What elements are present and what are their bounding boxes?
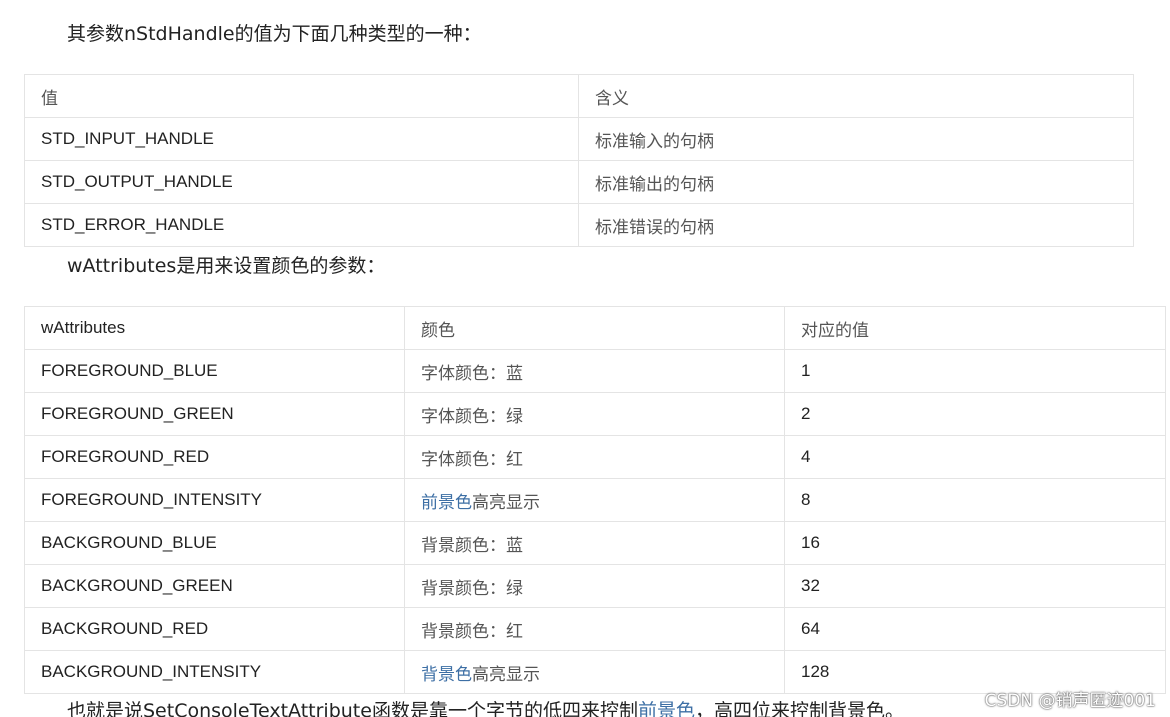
handle-name-cell: STD_ERROR_HANDLE: [24, 203, 579, 247]
attribute-color-cell: 背景颜色：绿: [404, 564, 785, 608]
attribute-name-cell: FOREGROUND_RED: [24, 435, 405, 479]
header-cell: 颜色: [404, 306, 785, 350]
color-link[interactable]: 背景色: [421, 665, 472, 685]
attribute-color-cell: 字体颜色：红: [404, 435, 785, 479]
intro-paragraph: 其参数nStdHandle的值为下面几种类型的一种：: [67, 23, 482, 45]
color-text: 高亮显示: [472, 492, 540, 513]
color-text: 字体颜色：绿: [421, 406, 523, 427]
attribute-value-cell: 64: [784, 607, 1166, 651]
table-header-row: wAttributes 颜色 对应的值: [24, 306, 1166, 350]
table-row: BACKGROUND_RED 背景颜色：红 64: [24, 607, 1166, 651]
attributes-paragraph: wAttributes是用来设置颜色的参数：: [67, 255, 386, 277]
color-text: 字体颜色：红: [421, 449, 523, 470]
header-cell: 含义: [578, 74, 1134, 118]
attribute-color-cell: 前景色高亮显示: [404, 478, 785, 522]
attribute-color-cell: 背景颜色：红: [404, 607, 785, 651]
color-text: 背景颜色：蓝: [421, 535, 523, 556]
attribute-name-cell: BACKGROUND_BLUE: [24, 521, 405, 565]
handle-name-cell: STD_OUTPUT_HANDLE: [24, 160, 579, 204]
attribute-name-cell: BACKGROUND_RED: [24, 607, 405, 651]
header-cell: 对应的值: [784, 306, 1166, 350]
table-row: BACKGROUND_GREEN 背景颜色：绿 32: [24, 564, 1166, 608]
bottom-paragraph: 也就是说SetConsoleTextAttribute函数是靠一个字节的低四来控…: [67, 699, 904, 717]
color-text: 背景颜色：红: [421, 621, 523, 642]
table-header-row: 值 含义: [24, 74, 1134, 118]
attribute-value-cell: 8: [784, 478, 1166, 522]
attribute-value-cell: 2: [784, 392, 1166, 436]
table-row: STD_OUTPUT_HANDLE 标准输出的句柄: [24, 160, 1134, 204]
table-row: STD_INPUT_HANDLE 标准输入的句柄: [24, 117, 1134, 161]
attribute-color-cell: 背景色高亮显示: [404, 650, 785, 694]
attribute-color-cell: 字体颜色：蓝: [404, 349, 785, 393]
table-row: BACKGROUND_BLUE 背景颜色：蓝 16: [24, 521, 1166, 565]
attribute-value-cell: 32: [784, 564, 1166, 608]
attribute-value-cell: 4: [784, 435, 1166, 479]
handle-meaning-cell: 标准错误的句柄: [578, 203, 1134, 247]
attribute-name-cell: FOREGROUND_BLUE: [24, 349, 405, 393]
attribute-value-cell: 1: [784, 349, 1166, 393]
header-cell: wAttributes: [24, 306, 405, 350]
header-cell: 值: [24, 74, 579, 118]
document-page: 其参数nStdHandle的值为下面几种类型的一种： 值 含义 STD_INPU…: [0, 0, 1170, 717]
csdn-watermark: CSDN @销声匿迹001: [984, 691, 1156, 711]
attribute-color-cell: 字体颜色：绿: [404, 392, 785, 436]
handle-meaning-cell: 标准输出的句柄: [578, 160, 1134, 204]
table-row: FOREGROUND_GREEN 字体颜色：绿 2: [24, 392, 1166, 436]
std-handle-table: 值 含义 STD_INPUT_HANDLE 标准输入的句柄 STD_OUTPUT…: [24, 74, 1134, 247]
bottom-text-before: 也就是说SetConsoleTextAttribute函数是靠一个字节的低四来控…: [67, 700, 638, 717]
handle-name-cell: STD_INPUT_HANDLE: [24, 117, 579, 161]
attribute-name-cell: FOREGROUND_INTENSITY: [24, 478, 405, 522]
table-row: STD_ERROR_HANDLE 标准错误的句柄: [24, 203, 1134, 247]
wattributes-table: wAttributes 颜色 对应的值 FOREGROUND_BLUE 字体颜色…: [24, 306, 1166, 694]
attribute-name-cell: BACKGROUND_INTENSITY: [24, 650, 405, 694]
table-row: FOREGROUND_BLUE 字体颜色：蓝 1: [24, 349, 1166, 393]
color-text: 背景颜色：绿: [421, 578, 523, 599]
color-link[interactable]: 前景色: [421, 493, 472, 513]
color-text: 高亮显示: [472, 664, 540, 685]
attribute-color-cell: 背景颜色：蓝: [404, 521, 785, 565]
attribute-value-cell: 16: [784, 521, 1166, 565]
table-row: FOREGROUND_INTENSITY 前景色高亮显示 8: [24, 478, 1166, 522]
attribute-name-cell: BACKGROUND_GREEN: [24, 564, 405, 608]
color-text: 字体颜色：蓝: [421, 363, 523, 384]
table-row: FOREGROUND_RED 字体颜色：红 4: [24, 435, 1166, 479]
handle-meaning-cell: 标准输入的句柄: [578, 117, 1134, 161]
foreground-color-link[interactable]: 前景色: [638, 700, 695, 717]
bottom-text-after: ，高四位来控制背景色。: [694, 700, 904, 717]
attribute-name-cell: FOREGROUND_GREEN: [24, 392, 405, 436]
